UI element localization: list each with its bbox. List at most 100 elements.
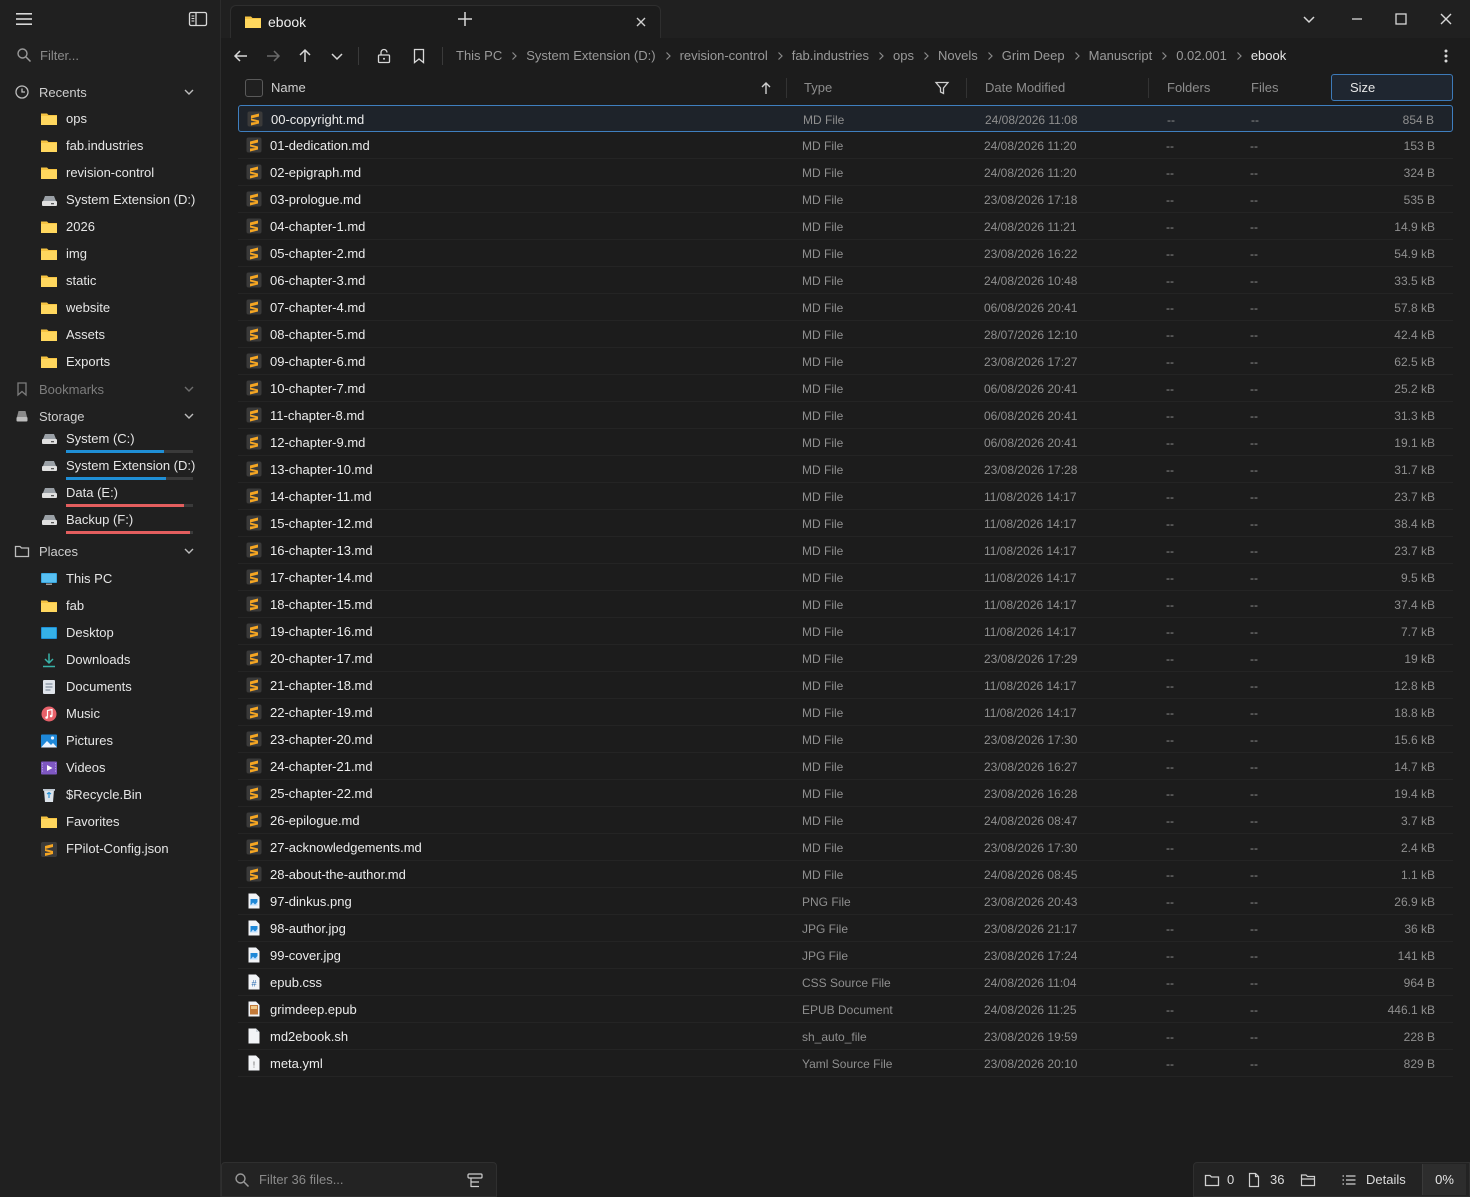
file-row[interactable]: 16-chapter-13.md MD File 11/08/2026 14:17 -… [238, 537, 1453, 564]
sidebar-drive-3[interactable]: Backup (F:) [0, 507, 220, 531]
breadcrumb-item[interactable]: ops [893, 48, 914, 63]
column-header-size[interactable]: Size [1331, 74, 1453, 101]
column-divider[interactable] [1148, 78, 1149, 98]
tab-list-chevron-icon[interactable] [1299, 9, 1319, 29]
sidebar-item-exports[interactable]: Exports [0, 348, 220, 375]
breadcrumb-item[interactable]: fab.industries [792, 48, 869, 63]
file-row[interactable]: 17-chapter-14.md MD File 11/08/2026 14:17 -… [238, 564, 1453, 591]
chevron-down-icon[interactable] [182, 382, 196, 396]
breadcrumb-item[interactable]: 0.02.001 [1176, 48, 1227, 63]
panel-toggle-icon[interactable] [188, 10, 208, 28]
file-row[interactable]: 11-chapter-8.md MD File 06/08/2026 20:41 --… [238, 402, 1453, 429]
tab-ebook[interactable]: ebook [230, 5, 661, 38]
breadcrumb-item[interactable]: Novels [938, 48, 978, 63]
sidebar-item-website[interactable]: website [0, 294, 220, 321]
maximize-icon[interactable] [1391, 9, 1411, 29]
file-row[interactable]: 25-chapter-22.md MD File 23/08/2026 16:28 -… [238, 780, 1453, 807]
file-row[interactable]: 02-epigraph.md MD File 24/08/2026 11:20 -- -… [238, 159, 1453, 186]
history-chevron-icon[interactable] [328, 47, 346, 65]
sidebar-item-static[interactable]: static [0, 267, 220, 294]
column-header-name[interactable]: Name [271, 73, 306, 102]
section-places[interactable]: Places [0, 538, 220, 564]
filter-options-icon[interactable] [466, 1172, 484, 1190]
new-tab-icon[interactable] [456, 10, 474, 28]
close-window-icon[interactable] [1436, 9, 1456, 29]
file-row[interactable]: 20-chapter-17.md MD File 23/08/2026 17:29 -… [238, 645, 1453, 672]
file-row[interactable]: md2ebook.sh sh_auto_file 23/08/2026 19:59 -… [238, 1023, 1453, 1050]
file-row[interactable]: 21-chapter-18.md MD File 11/08/2026 14:17 -… [238, 672, 1453, 699]
sidebar-item-2026[interactable]: 2026 [0, 213, 220, 240]
file-row[interactable]: 05-chapter-2.md MD File 23/08/2026 16:22 --… [238, 240, 1453, 267]
file-filter-input[interactable] [259, 1172, 459, 1187]
bookmark-add-icon[interactable] [410, 47, 428, 65]
sidebar-place-recycle-bin[interactable]: $Recycle.Bin [0, 781, 220, 808]
zoom-percent[interactable]: 0% [1422, 1164, 1466, 1195]
sidebar-drive-2[interactable]: Data (E:) [0, 480, 220, 504]
sidebar-item-ops[interactable]: ops [0, 105, 220, 132]
breadcrumb-item[interactable]: revision-control [680, 48, 768, 63]
sidebar-item-system-extension-d[interactable]: System Extension (D:) [0, 186, 220, 213]
folder-view-toggle[interactable] [1300, 1163, 1316, 1196]
column-header-type[interactable]: Type [804, 73, 832, 102]
file-row[interactable]: 04-chapter-1.md MD File 24/08/2026 11:21 --… [238, 213, 1453, 240]
chevron-down-icon[interactable] [182, 544, 196, 558]
file-row[interactable]: 03-prologue.md MD File 23/08/2026 17:18 -- -… [238, 186, 1453, 213]
sidebar-place-videos[interactable]: Videos [0, 754, 220, 781]
column-header-folders[interactable]: Folders [1167, 73, 1210, 102]
forward-arrow-icon[interactable] [264, 47, 282, 65]
chevron-down-icon[interactable] [182, 409, 196, 423]
file-row[interactable]: 01-dedication.md MD File 24/08/2026 11:20 -… [238, 132, 1453, 159]
breadcrumb-item[interactable]: System Extension (D:) [526, 48, 655, 63]
back-arrow-icon[interactable] [232, 47, 250, 65]
column-header-files[interactable]: Files [1251, 73, 1278, 102]
sidebar-place-music[interactable]: Music [0, 700, 220, 727]
file-row[interactable]: 10-chapter-7.md MD File 06/08/2026 20:41 --… [238, 375, 1453, 402]
file-row[interactable]: 18-chapter-15.md MD File 11/08/2026 14:17 -… [238, 591, 1453, 618]
file-row[interactable]: 08-chapter-5.md MD File 28/07/2026 12:10 --… [238, 321, 1453, 348]
more-options-icon[interactable] [1438, 47, 1454, 65]
sidebar-place-downloads[interactable]: Downloads [0, 646, 220, 673]
sidebar-item-fab-industries[interactable]: fab.industries [0, 132, 220, 159]
sidebar-filter-input[interactable] [40, 47, 210, 63]
view-mode-details[interactable]: Details [1341, 1163, 1406, 1196]
chevron-down-icon[interactable] [182, 85, 196, 99]
file-row[interactable]: 14-chapter-11.md MD File 11/08/2026 14:17 -… [238, 483, 1453, 510]
up-arrow-icon[interactable] [296, 47, 314, 65]
file-row[interactable]: 97-dinkus.png PNG File 23/08/2026 20:43 -- -… [238, 888, 1453, 915]
sidebar-item-img[interactable]: img [0, 240, 220, 267]
minimize-icon[interactable] [1347, 9, 1367, 29]
file-row[interactable]: ! meta.yml Yaml Source File 23/08/2026 20:1… [238, 1050, 1453, 1077]
section-bookmarks[interactable]: Bookmarks [0, 376, 220, 402]
file-row[interactable]: 24-chapter-21.md MD File 23/08/2026 16:27 -… [238, 753, 1453, 780]
sidebar-place-favorites[interactable]: Favorites [0, 808, 220, 835]
column-divider[interactable] [786, 78, 787, 98]
file-row[interactable]: 19-chapter-16.md MD File 11/08/2026 14:17 -… [238, 618, 1453, 645]
close-tab-icon[interactable] [634, 15, 648, 29]
sidebar-place-documents[interactable]: Documents [0, 673, 220, 700]
file-row[interactable]: 23-chapter-20.md MD File 23/08/2026 17:30 -… [238, 726, 1453, 753]
breadcrumb-item[interactable]: Manuscript [1089, 48, 1153, 63]
file-row[interactable]: 15-chapter-12.md MD File 11/08/2026 14:17 -… [238, 510, 1453, 537]
file-row[interactable]: 98-author.jpg JPG File 23/08/2026 21:17 -- -… [238, 915, 1453, 942]
file-row[interactable]: 06-chapter-3.md MD File 24/08/2026 10:48 --… [238, 267, 1453, 294]
unlock-icon[interactable] [375, 47, 393, 65]
file-row[interactable]: 00-copyright.md MD File 24/08/2026 11:08 --… [238, 105, 1453, 132]
sidebar-place-desktop[interactable]: Desktop [0, 619, 220, 646]
file-row[interactable]: 28-about-the-author.md MD File 24/08/2026 … [238, 861, 1453, 888]
sidebar-item-assets[interactable]: Assets [0, 321, 220, 348]
file-row[interactable]: 99-cover.jpg JPG File 23/08/2026 17:24 -- --… [238, 942, 1453, 969]
sidebar-place-this-pc[interactable]: This PC [0, 565, 220, 592]
hamburger-menu-icon[interactable] [14, 10, 34, 28]
sidebar-drive-0[interactable]: System (C:) [0, 426, 220, 450]
file-row[interactable]: 22-chapter-19.md MD File 11/08/2026 14:17 -… [238, 699, 1453, 726]
file-row[interactable]: 09-chapter-6.md MD File 23/08/2026 17:27 --… [238, 348, 1453, 375]
file-row[interactable]: 27-acknowledgements.md MD File 23/08/2026 … [238, 834, 1453, 861]
file-row[interactable]: # epub.css CSS Source File 24/08/2026 11:04… [238, 969, 1453, 996]
breadcrumb-item[interactable]: Grim Deep [1002, 48, 1065, 63]
sidebar-place-pictures[interactable]: Pictures [0, 727, 220, 754]
file-row[interactable]: 13-chapter-10.md MD File 23/08/2026 17:28 -… [238, 456, 1453, 483]
file-row[interactable]: 26-epilogue.md MD File 24/08/2026 08:47 -- -… [238, 807, 1453, 834]
sidebar-place-fab[interactable]: fab [0, 592, 220, 619]
column-header-date-modified[interactable]: Date Modified [985, 73, 1065, 102]
sidebar-item-revision-control[interactable]: revision-control [0, 159, 220, 186]
